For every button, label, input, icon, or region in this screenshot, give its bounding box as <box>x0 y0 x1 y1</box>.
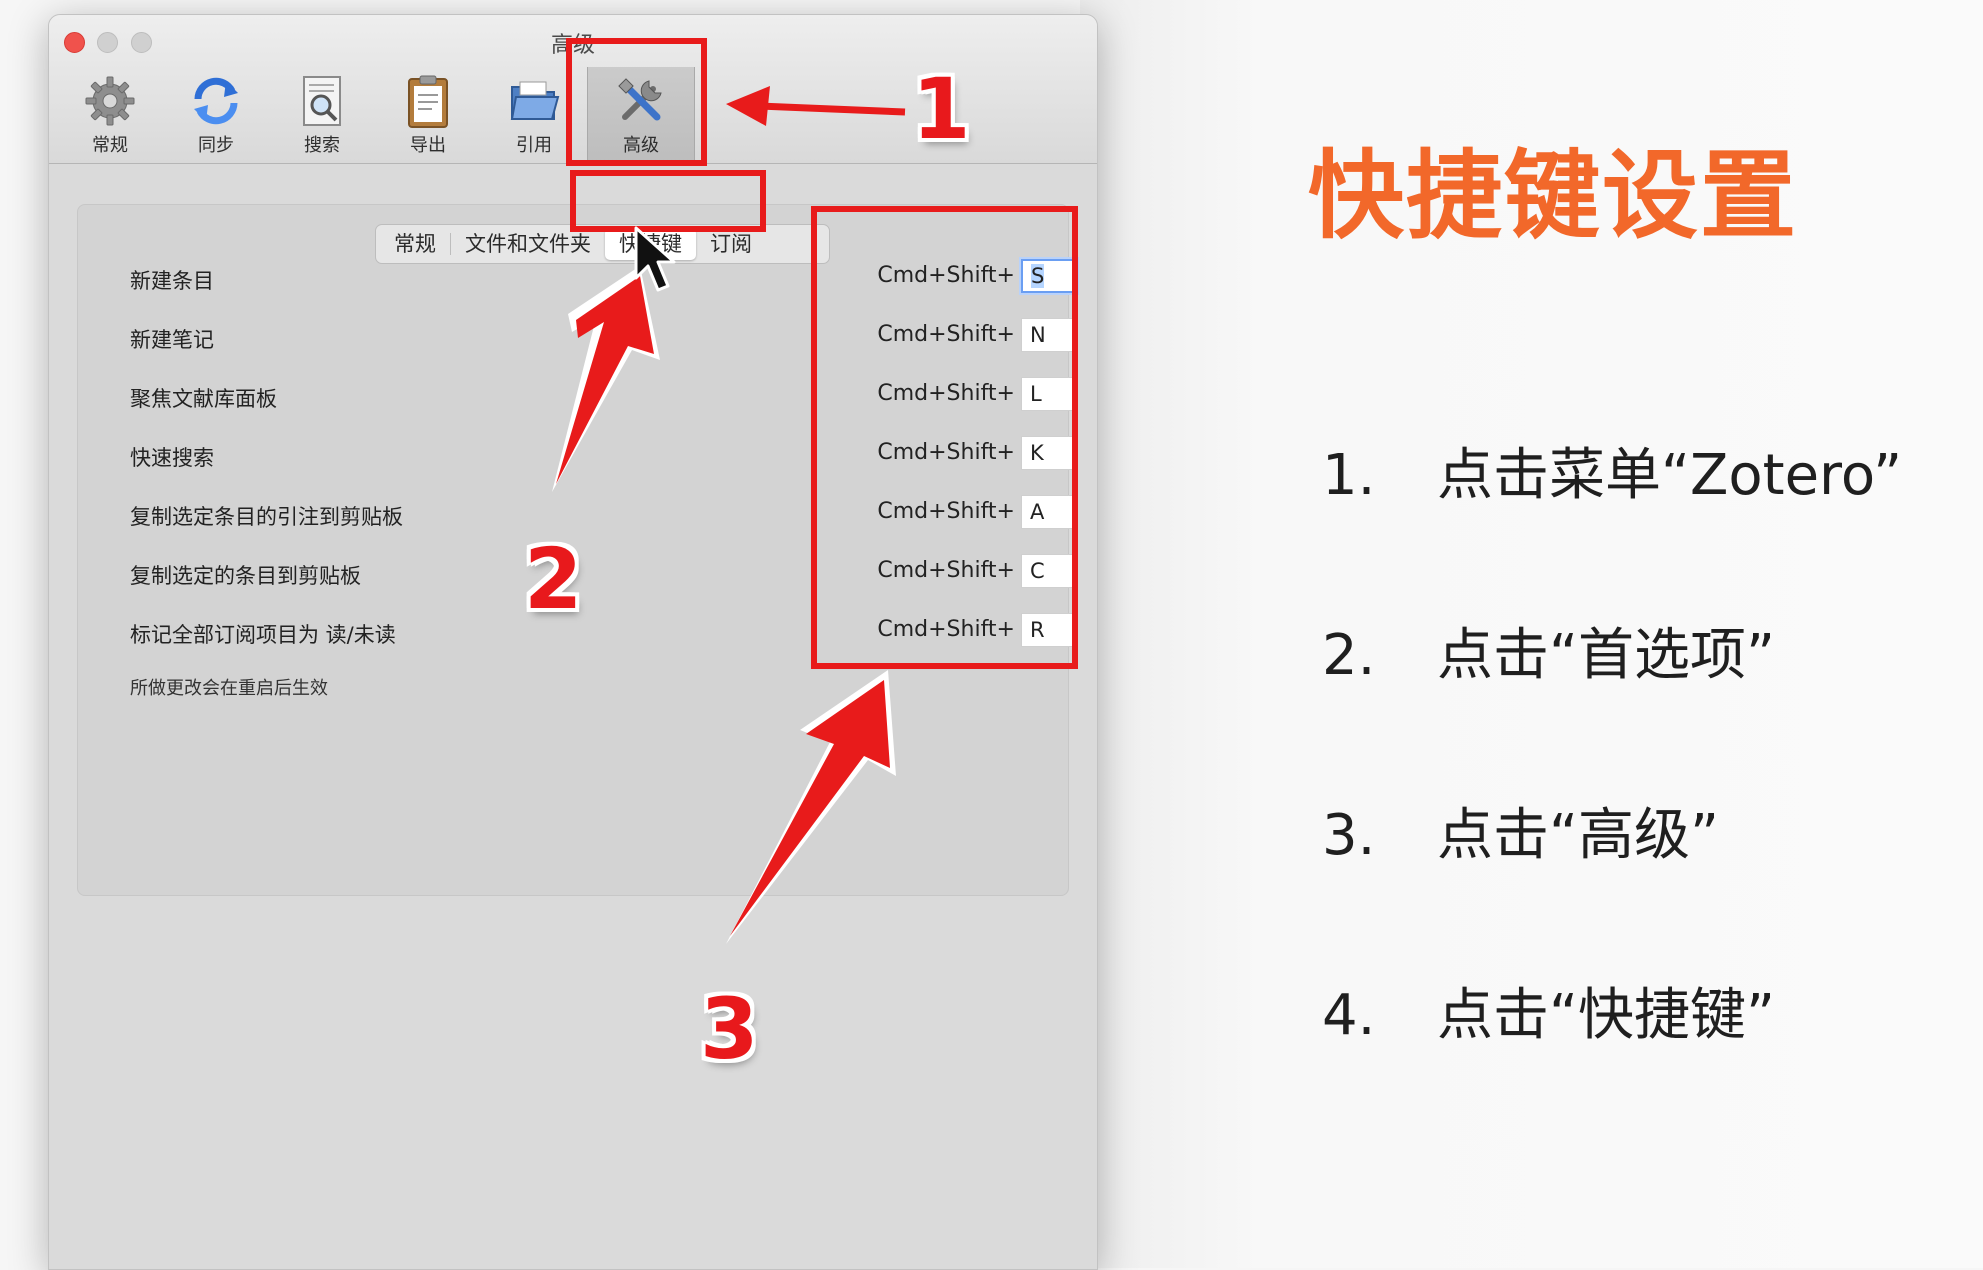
toolbar-export[interactable]: 导出 <box>375 67 481 163</box>
highlight-shortcut-fields-box <box>811 206 1078 669</box>
toolbar-label: 同步 <box>198 135 234 156</box>
folder-icon <box>510 81 560 120</box>
highlight-advanced-box <box>566 38 707 166</box>
step-number: 3. <box>1322 803 1376 868</box>
annotation-number-3: 3 <box>700 980 759 1078</box>
step-text: 点击菜单“Zotero” <box>1437 443 1903 508</box>
shortcut-label: 快速搜索 <box>130 446 214 470</box>
sync-icon <box>194 77 238 125</box>
shortcut-label: 聚焦文献库面板 <box>130 387 277 411</box>
shortcut-label: 复制选定的条目到剪贴板 <box>130 564 361 588</box>
toolbar-search[interactable]: 搜索 <box>269 67 375 163</box>
toolbar-label: 常规 <box>92 135 128 156</box>
tab-feeds[interactable]: 订阅 <box>696 228 766 260</box>
step-number: 4. <box>1322 983 1376 1048</box>
step-text: 点击“首选项” <box>1437 623 1776 688</box>
step-text: 点击“高级” <box>1437 803 1720 868</box>
tab-files-folders[interactable]: 文件和文件夹 <box>451 228 605 260</box>
shortcut-label: 新建条目 <box>130 269 214 293</box>
tab-general[interactable]: 常规 <box>380 228 450 260</box>
shortcut-label: 复制选定条目的引注到剪贴板 <box>130 505 403 529</box>
shortcut-label: 标记全部订阅项目为 读/未读 <box>130 623 396 647</box>
toolbar-label: 搜索 <box>304 135 340 156</box>
step-text: 点击“快捷键” <box>1437 983 1776 1048</box>
step-number: 2. <box>1322 623 1376 688</box>
search-doc-icon <box>303 76 341 126</box>
toolbar-sync[interactable]: 同步 <box>163 67 269 163</box>
annotation-number-2: 2 <box>524 530 583 628</box>
restart-note: 所做更改会在重启后生效 <box>130 678 328 699</box>
guide-step: 1. 点击菜单“Zotero” <box>1322 430 1902 511</box>
toolbar-label: 引用 <box>516 135 552 156</box>
step-number: 1. <box>1322 443 1376 508</box>
highlight-shortcut-tab-box <box>570 170 766 232</box>
clipboard-icon <box>408 75 448 128</box>
guide-step: 4. 点击“快捷键” <box>1322 970 1775 1051</box>
toolbar-label: 导出 <box>410 135 446 156</box>
guide-step: 3. 点击“高级” <box>1322 790 1719 871</box>
gear-icon <box>85 76 135 126</box>
annotation-number-1: 1 <box>912 60 971 158</box>
guide-heading: 快捷键设置 <box>1308 140 1798 252</box>
toolbar-general[interactable]: 常规 <box>57 67 163 163</box>
guide-step: 2. 点击“首选项” <box>1322 610 1775 691</box>
tab-shortcuts[interactable]: 快捷键 <box>605 228 696 260</box>
shortcut-label: 新建笔记 <box>130 328 214 352</box>
